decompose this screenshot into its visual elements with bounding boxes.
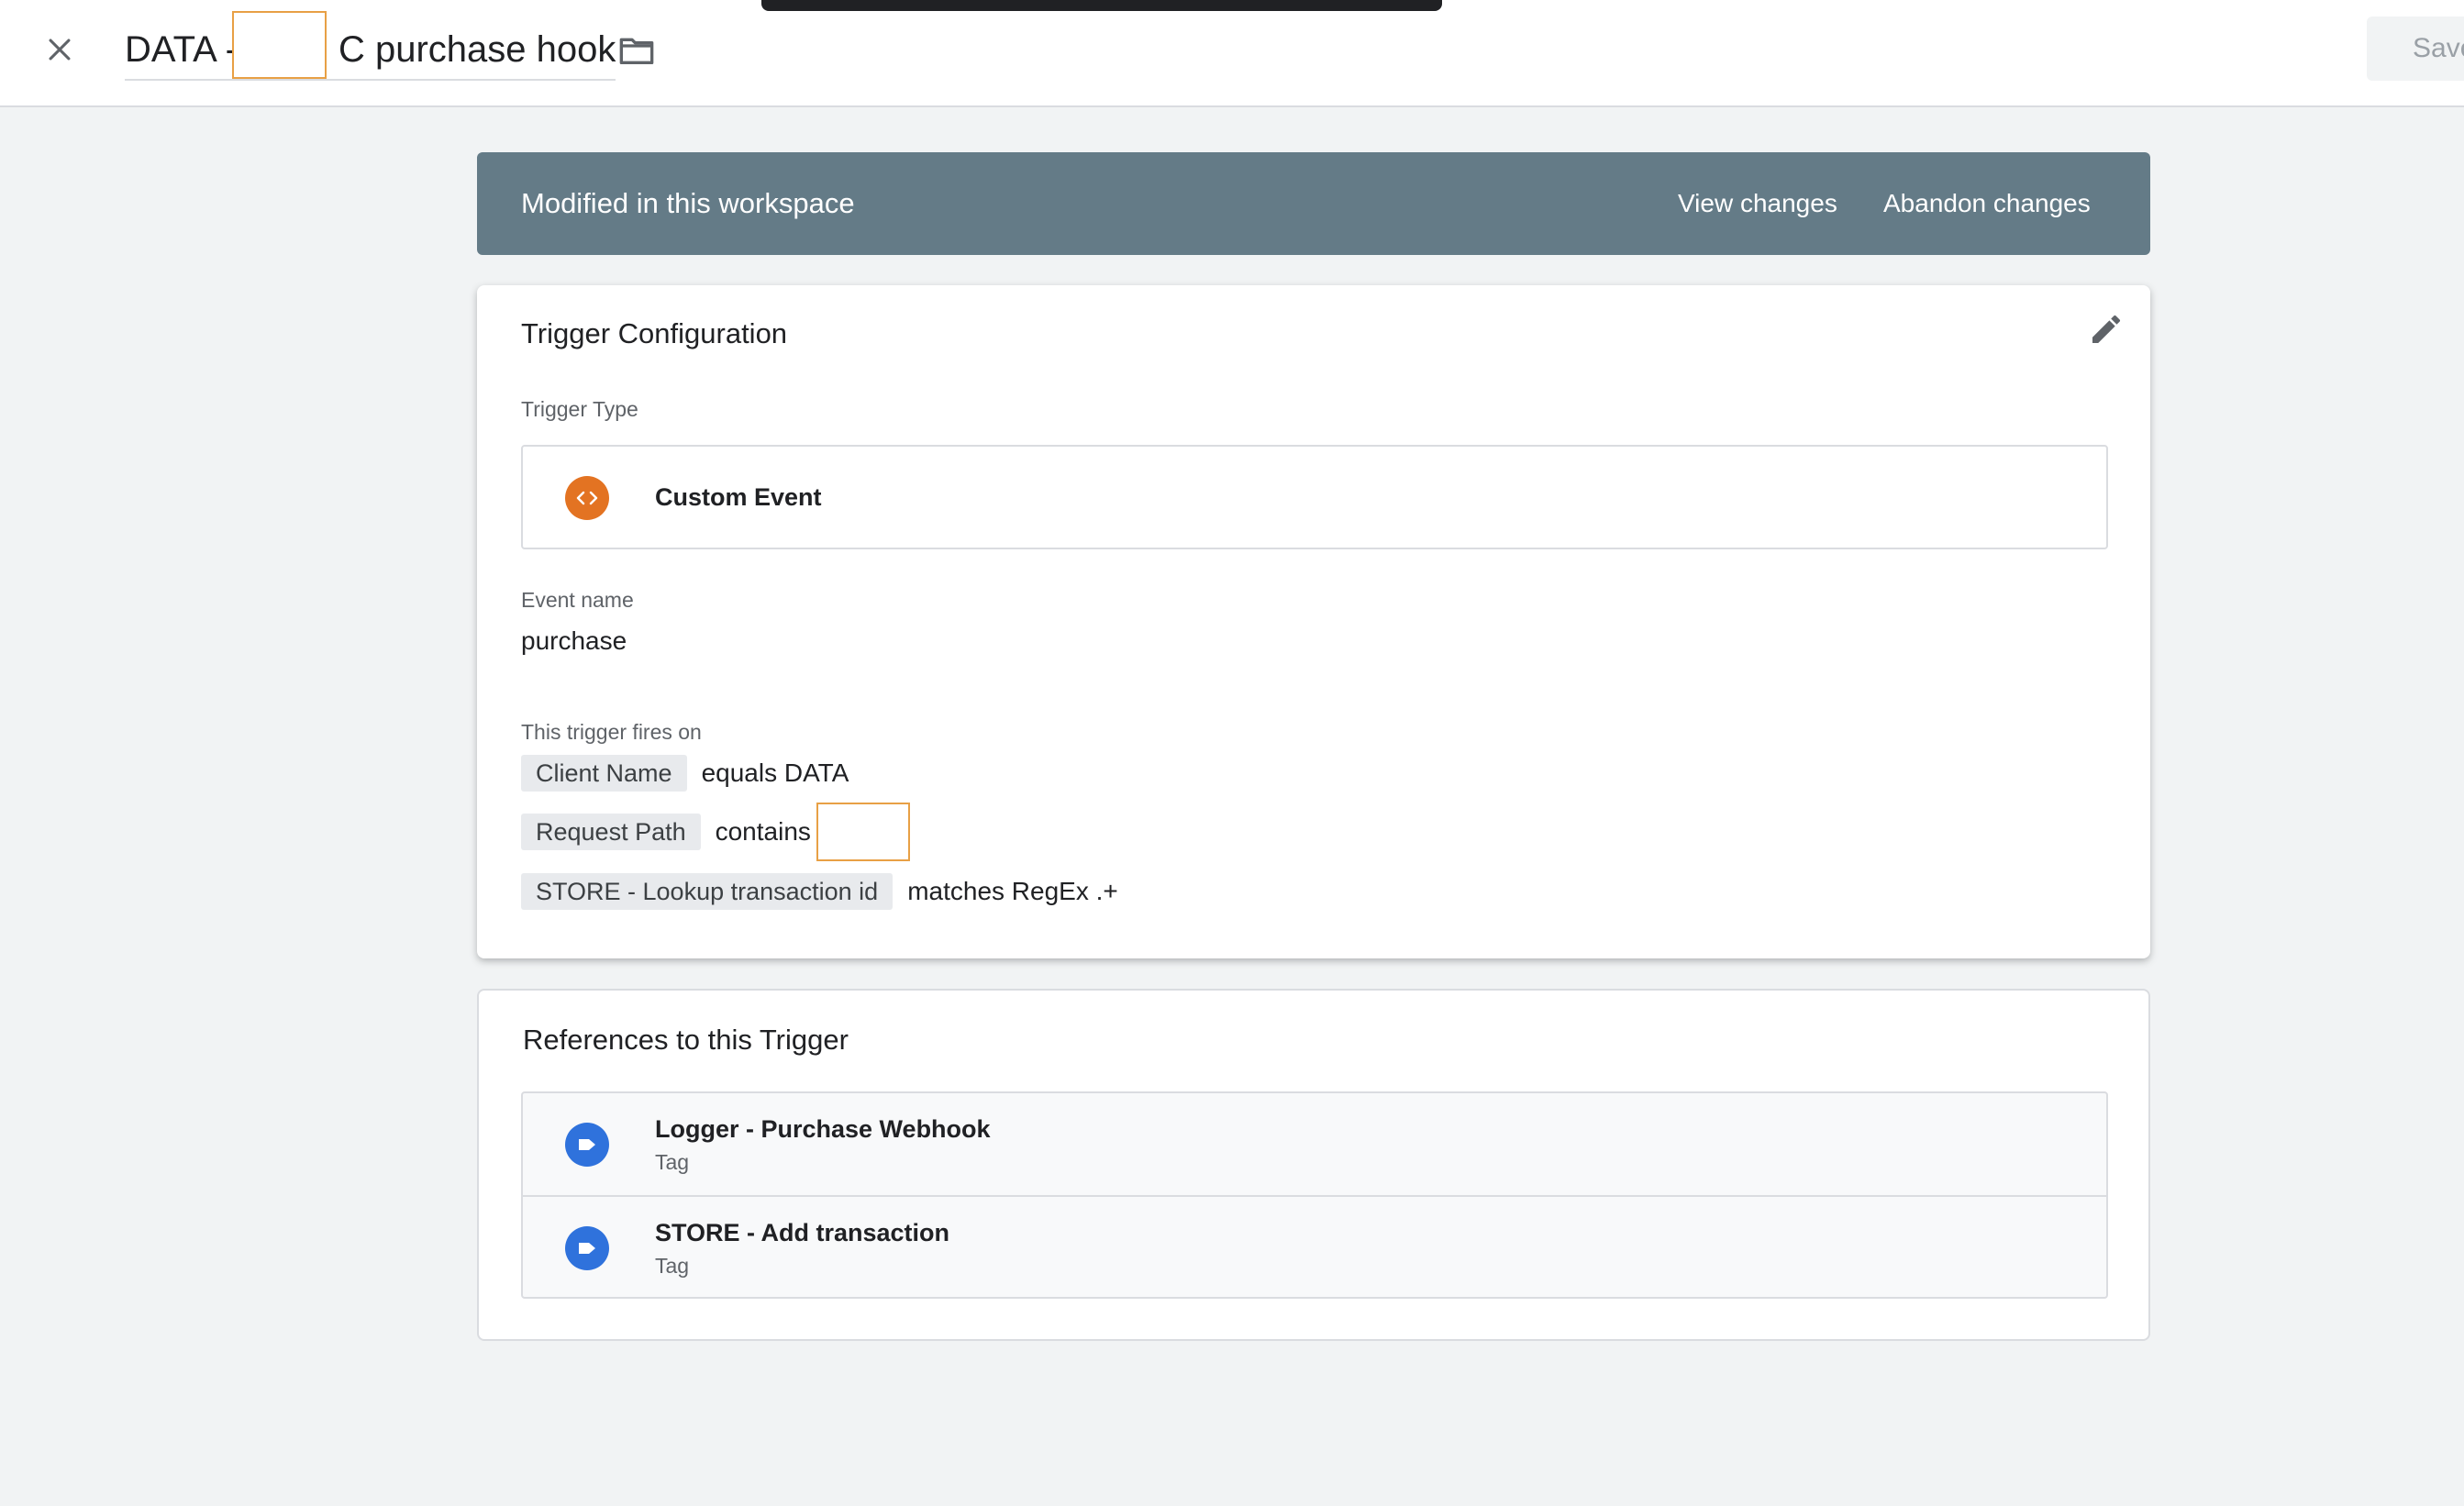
close-icon [49, 39, 71, 61]
folder-button[interactable] [615, 31, 659, 70]
reference-item[interactable]: Logger - Purchase Webhook Tag [523, 1093, 2106, 1195]
tag-icon [565, 1226, 609, 1270]
reference-item[interactable]: STORE - Add transaction Tag [523, 1195, 2106, 1297]
trigger-type-name: Custom Event [655, 483, 822, 511]
trigger-type-box: Custom Event [521, 445, 2108, 549]
condition-row: STORE - Lookup transaction id matches Re… [521, 873, 1118, 910]
banner-title: Modified in this workspace [521, 187, 855, 219]
trigger-name-suffix: C purchase hook [338, 28, 616, 70]
condition-variable-chip: Request Path [521, 814, 701, 850]
workspace-status-banner: Modified in this workspace View changes … [477, 152, 2150, 255]
reference-type: Tag [655, 1254, 690, 1278]
condition-row: Request Path contains [521, 803, 910, 861]
condition-operator: contains [715, 817, 811, 846]
trigger-name-prefix: DATA - [125, 28, 238, 70]
references-card: References to this Trigger Logger - Purc… [477, 989, 2150, 1341]
condition-operator: matches RegEx .+ [907, 877, 1118, 905]
trigger-type-label: Trigger Type [521, 397, 638, 421]
reference-type: Tag [655, 1150, 690, 1174]
references-list: Logger - Purchase Webhook Tag STORE - Ad… [521, 1091, 2108, 1299]
event-name-label: Event name [521, 588, 634, 612]
references-title: References to this Trigger [523, 1024, 849, 1056]
code-brackets-icon [565, 476, 609, 520]
reference-name: Logger - Purchase Webhook [655, 1115, 991, 1143]
fires-on-label: This trigger fires on [521, 720, 702, 744]
abandon-changes-link[interactable]: Abandon changes [1883, 189, 2091, 218]
event-name-value: purchase [521, 626, 627, 655]
trigger-name-field[interactable]: DATA - C purchase hook [125, 20, 616, 81]
condition-row: Client Name equals DATA [521, 755, 849, 792]
reference-name: STORE - Add transaction [655, 1219, 950, 1246]
condition-variable-chip: STORE - Lookup transaction id [521, 873, 893, 910]
redacted-region [816, 803, 910, 861]
tag-icon [565, 1123, 609, 1167]
toast-notification [761, 0, 1442, 11]
condition-operator: equals DATA [701, 759, 849, 787]
condition-variable-chip: Client Name [521, 755, 687, 792]
trigger-configuration-card: Trigger Configuration Trigger Type Custo… [477, 285, 2150, 958]
card-title: Trigger Configuration [521, 317, 788, 349]
folder-icon [619, 38, 654, 64]
close-button[interactable] [37, 27, 83, 72]
save-button[interactable]: Save [2367, 17, 2464, 81]
top-bar: DATA - C purchase hook Save [0, 0, 2464, 107]
pencil-icon [2092, 315, 2121, 343]
view-changes-link[interactable]: View changes [1678, 189, 1837, 218]
edit-button[interactable] [2082, 305, 2130, 353]
redacted-region [232, 11, 327, 79]
